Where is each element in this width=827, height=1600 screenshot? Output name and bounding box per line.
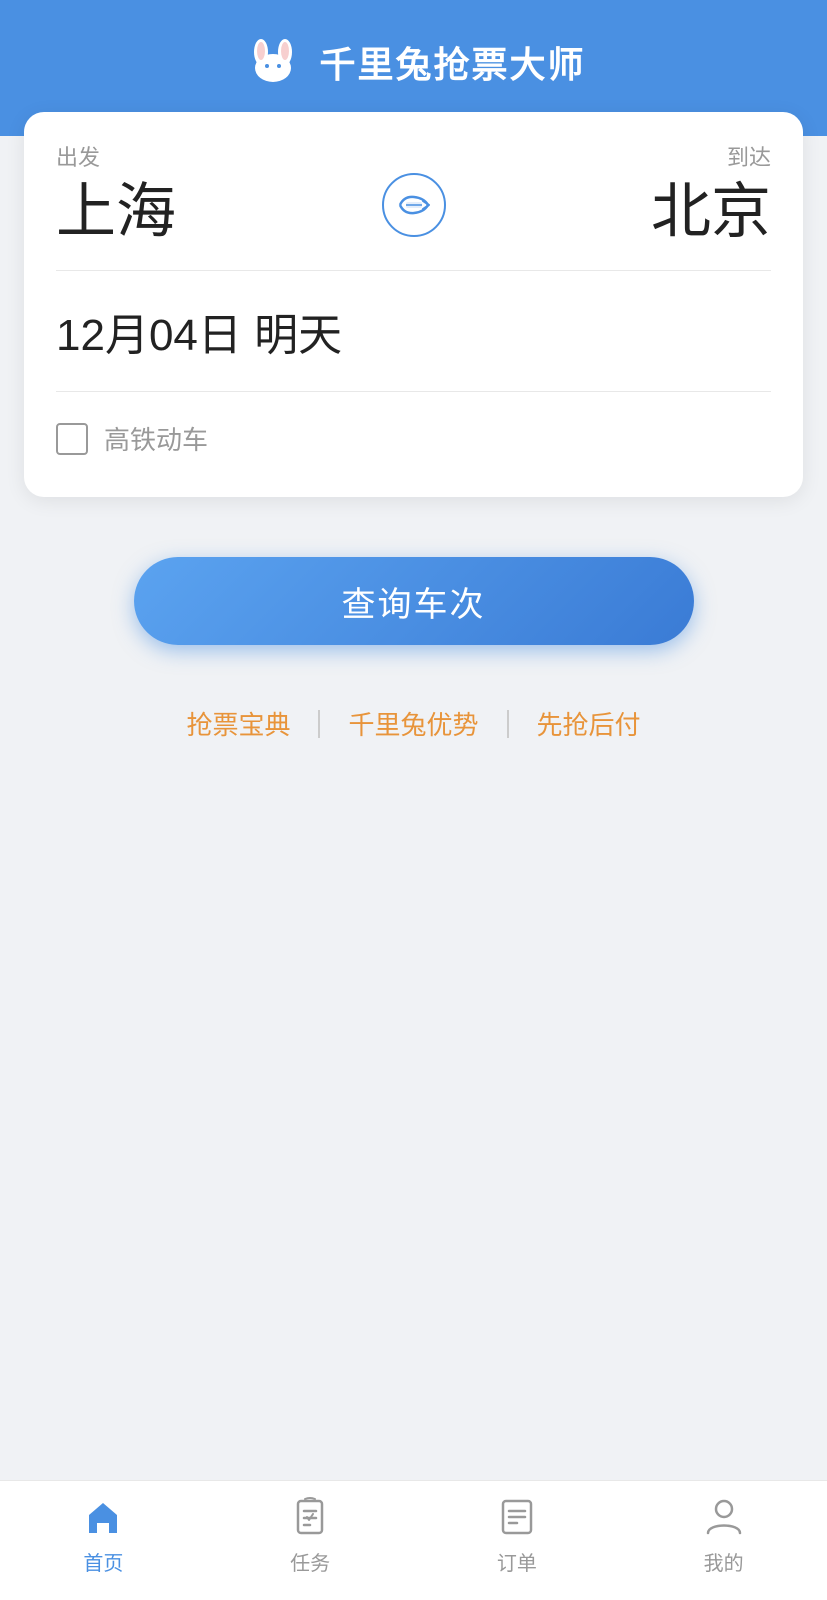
bottom-nav: 首页 任务 订单 xyxy=(0,1480,827,1600)
to-section[interactable]: 到达 北京 xyxy=(651,140,771,242)
nav-item-task[interactable]: 任务 xyxy=(207,1481,414,1590)
link-pay-later[interactable]: 先抢后付 xyxy=(509,705,669,742)
date-display: 12月04日 明天 xyxy=(56,311,342,360)
user-icon xyxy=(702,1495,746,1539)
filter-section[interactable]: 高铁动车 xyxy=(56,392,771,465)
order-icon xyxy=(495,1495,539,1539)
to-label: 到达 xyxy=(727,140,771,172)
nav-label-profile: 我的 xyxy=(704,1547,744,1576)
home-icon xyxy=(81,1495,125,1539)
nav-label-home: 首页 xyxy=(83,1547,123,1576)
from-section[interactable]: 出发 上海 xyxy=(56,140,176,242)
from-city: 上海 xyxy=(56,182,176,242)
route-section: 出发 上海 到达 北京 xyxy=(56,140,771,271)
search-card: 出发 上海 到达 北京 12月04日 明天 xyxy=(24,112,803,497)
nav-item-home[interactable]: 首页 xyxy=(0,1481,207,1590)
to-city: 北京 xyxy=(651,182,771,242)
from-label: 出发 xyxy=(56,140,176,172)
filter-label: 高铁动车 xyxy=(104,420,208,457)
nav-item-profile[interactable]: 我的 xyxy=(620,1481,827,1590)
swap-button[interactable] xyxy=(382,173,446,237)
nav-item-order[interactable]: 订单 xyxy=(414,1481,621,1590)
nav-label-order: 订单 xyxy=(497,1547,537,1576)
train-swap-icon xyxy=(396,192,432,218)
rabbit-logo-icon xyxy=(241,38,305,86)
date-section[interactable]: 12月04日 明天 xyxy=(56,271,771,392)
app-title: 千里兔抢票大师 xyxy=(319,36,585,88)
search-button[interactable]: 查询车次 xyxy=(134,557,694,645)
task-icon xyxy=(288,1495,332,1539)
link-ticket-guide[interactable]: 抢票宝典 xyxy=(158,705,318,742)
nav-label-task: 任务 xyxy=(290,1547,330,1576)
link-advantage[interactable]: 千里兔优势 xyxy=(320,705,506,742)
links-row: 抢票宝典 千里兔优势 先抢后付 xyxy=(158,705,668,742)
content-area: 查询车次 抢票宝典 千里兔优势 先抢后付 xyxy=(0,497,827,1480)
filter-checkbox[interactable] xyxy=(56,423,88,455)
